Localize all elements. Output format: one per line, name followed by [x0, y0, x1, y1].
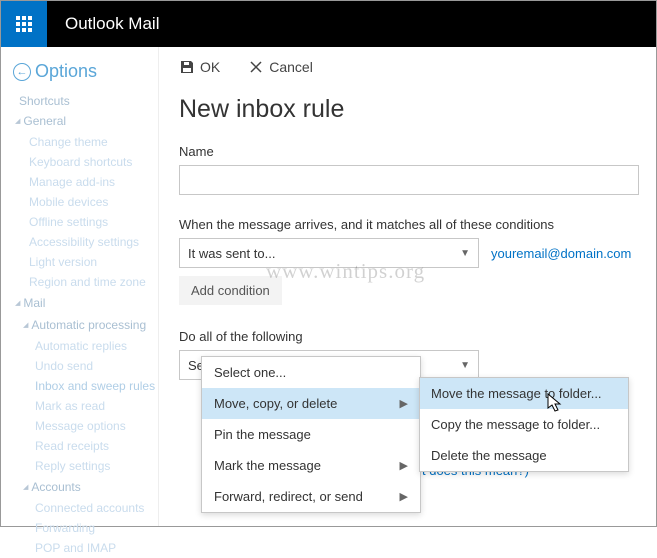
close-icon	[248, 59, 264, 75]
toolbar: OK Cancel	[179, 59, 640, 75]
nav-item-mobile-devices[interactable]: Mobile devices	[13, 192, 158, 212]
recipient-link[interactable]: youremail@domain.com	[491, 246, 631, 261]
nav-item-accessibility[interactable]: Accessibility settings	[13, 232, 158, 252]
menu-item-select-one[interactable]: Select one...	[202, 357, 420, 388]
cancel-label: Cancel	[269, 59, 313, 75]
submenu-move-folder[interactable]: Move the message to folder...	[420, 378, 628, 409]
back-arrow-icon: ←	[13, 63, 31, 81]
nav-item-pop-imap[interactable]: POP and IMAP	[13, 538, 158, 558]
menu-item-label: Pin the message	[214, 427, 311, 442]
nav-item-change-theme[interactable]: Change theme	[13, 132, 158, 152]
actions-label: Do all of the following	[179, 329, 640, 344]
menu-item-pin[interactable]: Pin the message	[202, 419, 420, 450]
menu-item-move-copy-delete[interactable]: Move, copy, or delete ▶	[202, 388, 420, 419]
nav-group-auto-processing[interactable]: Automatic processing	[13, 314, 158, 336]
back-to-options[interactable]: ← Options	[13, 61, 158, 82]
nav-item-reply-settings[interactable]: Reply settings	[13, 456, 158, 476]
app-launcher-button[interactable]	[1, 1, 47, 47]
options-sidebar: ← Options Shortcuts General Change theme…	[1, 47, 159, 526]
chevron-right-icon: ▶	[400, 490, 408, 503]
nav-item-keyboard-shortcuts[interactable]: Keyboard shortcuts	[13, 152, 158, 172]
chevron-down-icon: ▼	[460, 248, 470, 259]
condition-select[interactable]: It was sent to... ▼	[179, 238, 479, 268]
rule-name-input[interactable]	[179, 165, 639, 195]
chevron-down-icon: ▼	[460, 360, 470, 371]
save-icon	[179, 59, 195, 75]
menu-item-mark[interactable]: Mark the message ▶	[202, 450, 420, 481]
nav-item-message-options[interactable]: Message options	[13, 416, 158, 436]
name-label: Name	[179, 144, 640, 159]
add-condition-button[interactable]: Add condition	[179, 276, 282, 305]
conditions-label: When the message arrives, and it matches…	[179, 217, 640, 232]
title-bar: Outlook Mail	[1, 1, 656, 47]
submenu-delete[interactable]: Delete the message	[420, 440, 628, 471]
nav-item-mark-read[interactable]: Mark as read	[13, 396, 158, 416]
nav-group-mail[interactable]: Mail	[13, 292, 158, 314]
menu-item-label: Move, copy, or delete	[214, 396, 337, 411]
waffle-icon	[16, 16, 32, 32]
nav-item-offline-settings[interactable]: Offline settings	[13, 212, 158, 232]
options-title: Options	[35, 61, 97, 82]
nav-item-auto-replies[interactable]: Automatic replies	[13, 336, 158, 356]
menu-item-label: Forward, redirect, or send	[214, 489, 363, 504]
page-title: New inbox rule	[179, 95, 640, 124]
chevron-right-icon: ▶	[400, 397, 408, 410]
ok-button[interactable]: OK	[179, 59, 220, 75]
cancel-button[interactable]: Cancel	[248, 59, 313, 75]
menu-item-forward[interactable]: Forward, redirect, or send ▶	[202, 481, 420, 512]
nav-item-forwarding[interactable]: Forwarding	[13, 518, 158, 538]
nav-item-undo-send[interactable]: Undo send	[13, 356, 158, 376]
menu-item-label: Select one...	[214, 365, 286, 380]
nav-shortcuts[interactable]: Shortcuts	[13, 92, 158, 110]
menu-item-label: Mark the message	[214, 458, 321, 473]
nav-group-accounts[interactable]: Accounts	[13, 476, 158, 498]
nav-item-inbox-rules[interactable]: Inbox and sweep rules	[13, 376, 158, 396]
action-dropdown: Select one... Move, copy, or delete ▶ Pi…	[201, 356, 421, 513]
condition-select-value: It was sent to...	[188, 246, 275, 261]
action-submenu: Move the message to folder... Copy the m…	[419, 377, 629, 472]
nav-item-region-timezone[interactable]: Region and time zone	[13, 272, 158, 292]
nav-item-connected-accounts[interactable]: Connected accounts	[13, 498, 158, 518]
chevron-right-icon: ▶	[400, 459, 408, 472]
submenu-copy-folder[interactable]: Copy the message to folder...	[420, 409, 628, 440]
nav-group-general[interactable]: General	[13, 110, 158, 132]
nav-item-read-receipts[interactable]: Read receipts	[13, 436, 158, 456]
nav-item-manage-addins[interactable]: Manage add-ins	[13, 172, 158, 192]
ok-label: OK	[200, 59, 220, 75]
app-title: Outlook Mail	[65, 14, 159, 34]
nav-item-light-version[interactable]: Light version	[13, 252, 158, 272]
